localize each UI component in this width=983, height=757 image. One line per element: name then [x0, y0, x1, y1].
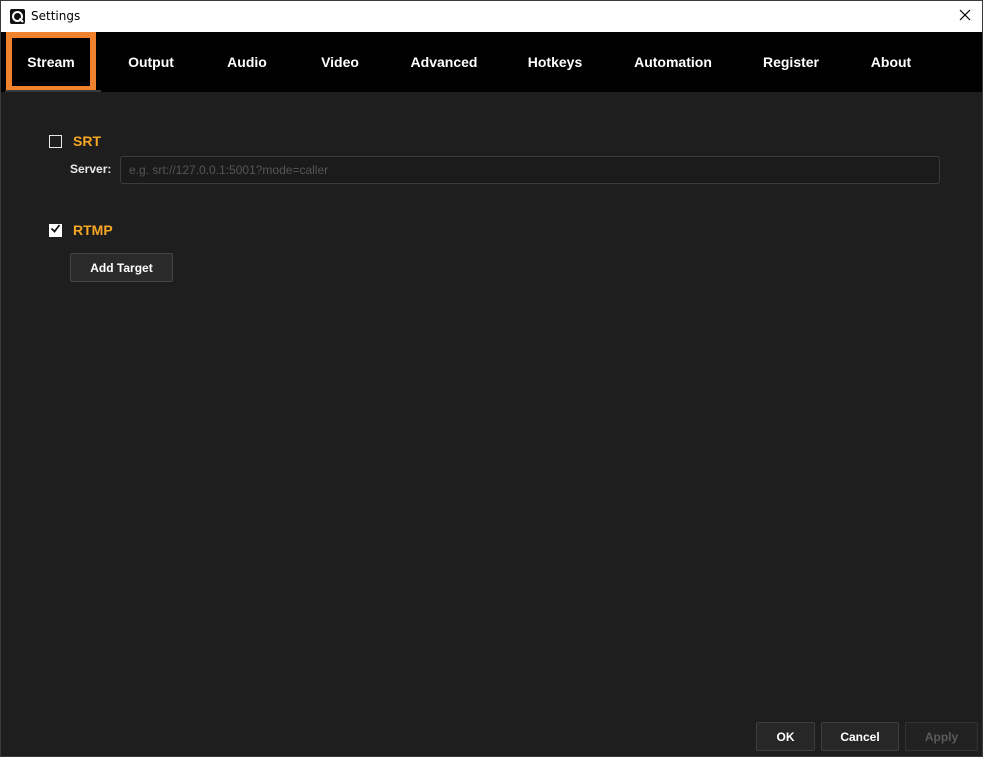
ok-button[interactable]: OK: [756, 722, 815, 751]
tab-output[interactable]: Output: [111, 32, 191, 92]
tab-about[interactable]: About: [856, 32, 926, 92]
tab-stream[interactable]: Stream: [6, 32, 96, 92]
window-title: Settings: [31, 9, 81, 23]
title-bar: Settings: [1, 1, 982, 32]
srt-server-input[interactable]: [120, 156, 940, 184]
tab-hotkeys[interactable]: Hotkeys: [515, 32, 595, 92]
srt-label: SRT: [73, 133, 101, 149]
tab-video[interactable]: Video: [305, 32, 375, 92]
checkmark-icon: [50, 221, 61, 239]
tab-bar: Stream Output Audio Video Advanced Hotke…: [1, 32, 982, 92]
tab-advanced[interactable]: Advanced: [399, 32, 489, 92]
server-label: Server:: [70, 162, 112, 176]
app-logo-icon: [10, 9, 25, 24]
settings-window: Settings Stream Output Audio Video Advan…: [0, 0, 983, 757]
rtmp-checkbox[interactable]: [49, 221, 62, 239]
rtmp-label: RTMP: [73, 222, 113, 238]
tab-divider: [5, 90, 101, 92]
apply-button[interactable]: Apply: [905, 722, 978, 751]
cancel-button[interactable]: Cancel: [821, 722, 899, 751]
tab-automation[interactable]: Automation: [623, 32, 723, 92]
tab-audio[interactable]: Audio: [212, 32, 282, 92]
srt-row: SRT: [49, 133, 101, 149]
tab-register[interactable]: Register: [751, 32, 831, 92]
close-icon: [959, 8, 971, 26]
close-button[interactable]: [948, 1, 982, 32]
rtmp-row: RTMP: [49, 222, 113, 238]
srt-checkbox[interactable]: [49, 134, 62, 148]
add-target-button[interactable]: Add Target: [70, 253, 173, 282]
